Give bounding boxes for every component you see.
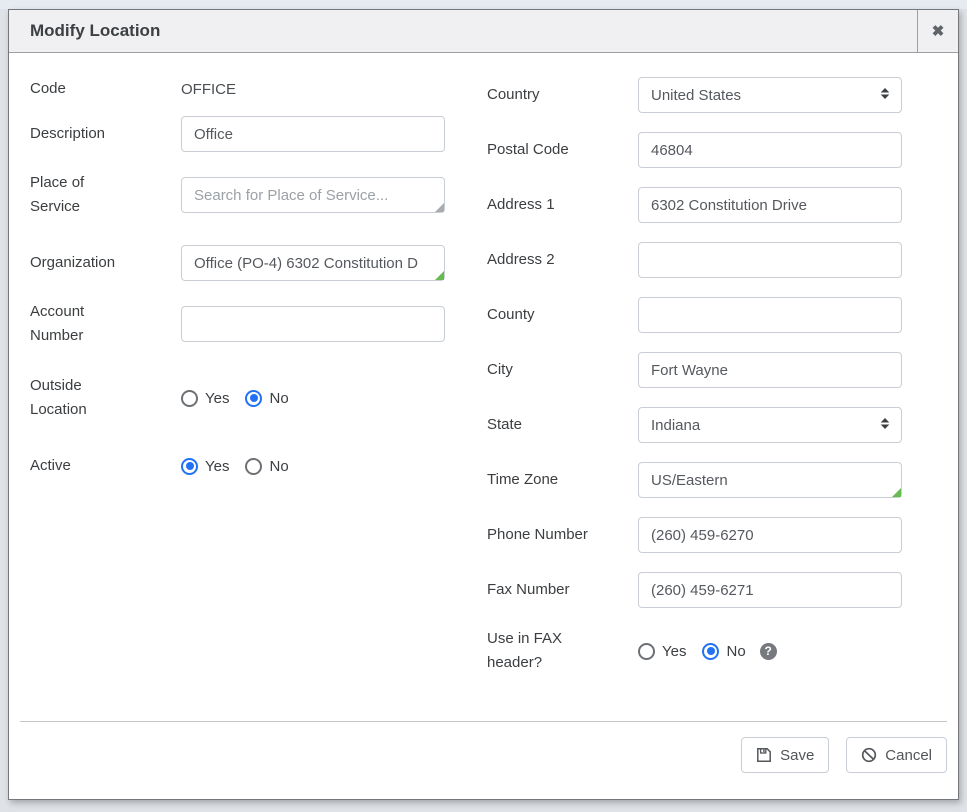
active-label: Active bbox=[30, 454, 181, 478]
place-of-service-row: Place of Service bbox=[30, 171, 445, 219]
address1-row: Address 1 bbox=[487, 187, 902, 223]
form-left-column: Code OFFICE Description Place of Service… bbox=[30, 77, 445, 675]
active-no-radio[interactable] bbox=[245, 458, 262, 475]
save-icon bbox=[756, 747, 772, 763]
use-in-fax-header-no-radio[interactable] bbox=[702, 643, 719, 660]
code-value: OFFICE bbox=[181, 81, 445, 98]
organization-label: Organization bbox=[30, 251, 181, 275]
dialog-header: Modify Location ✖ bbox=[9, 10, 958, 53]
dialog-body: Code OFFICE Description Place of Service… bbox=[9, 53, 958, 721]
country-select-value: United States bbox=[651, 87, 741, 104]
select-arrows-icon bbox=[880, 417, 890, 434]
phone-number-label: Phone Number bbox=[487, 523, 638, 547]
phone-number-input[interactable] bbox=[638, 517, 902, 553]
country-select[interactable]: United States bbox=[638, 77, 902, 113]
outside-location-no-radio[interactable] bbox=[245, 390, 262, 407]
resize-handle-icon bbox=[435, 203, 444, 212]
active-yes-radio[interactable] bbox=[181, 458, 198, 475]
place-of-service-input[interactable] bbox=[181, 177, 445, 213]
help-icon[interactable]: ? bbox=[760, 643, 777, 660]
country-label: Country bbox=[487, 83, 638, 107]
address2-row: Address 2 bbox=[487, 242, 902, 278]
modify-location-dialog: Modify Location ✖ Code OFFICE Descriptio… bbox=[8, 9, 959, 800]
place-of-service-label: Place of Service bbox=[30, 171, 181, 219]
account-number-row: Account Number bbox=[30, 300, 445, 348]
dialog-title: Modify Location bbox=[9, 10, 917, 52]
state-label: State bbox=[487, 413, 638, 437]
resize-handle-icon bbox=[892, 488, 901, 497]
save-button[interactable]: Save bbox=[741, 737, 829, 773]
city-row: City bbox=[487, 352, 902, 388]
time-zone-row: Time Zone bbox=[487, 462, 902, 498]
close-button[interactable]: ✖ bbox=[917, 10, 958, 52]
page-backdrop bbox=[0, 0, 967, 9]
city-label: City bbox=[487, 358, 638, 382]
outside-location-no-label[interactable]: No bbox=[269, 390, 288, 407]
resize-handle-icon bbox=[435, 271, 444, 280]
active-yes-label[interactable]: Yes bbox=[205, 458, 229, 475]
outside-location-label: Outside Location bbox=[30, 374, 181, 422]
close-icon: ✖ bbox=[932, 22, 945, 40]
code-row: Code OFFICE bbox=[30, 77, 445, 101]
address2-label: Address 2 bbox=[487, 248, 638, 272]
use-in-fax-header-yes-radio[interactable] bbox=[638, 643, 655, 660]
organization-row: Organization bbox=[30, 245, 445, 281]
active-no-label[interactable]: No bbox=[269, 458, 288, 475]
use-in-fax-header-label: Use in FAX header? bbox=[487, 627, 638, 675]
time-zone-input[interactable] bbox=[638, 462, 902, 498]
fax-number-input[interactable] bbox=[638, 572, 902, 608]
fax-number-label: Fax Number bbox=[487, 578, 638, 602]
account-number-input[interactable] bbox=[181, 306, 445, 342]
active-radio-group: Yes No bbox=[181, 448, 445, 484]
active-row: Active Yes No bbox=[30, 448, 445, 484]
outside-location-yes-radio[interactable] bbox=[181, 390, 198, 407]
postal-code-row: Postal Code bbox=[487, 132, 902, 168]
form-right-column: Country United States Postal Code Addres… bbox=[487, 77, 902, 675]
postal-code-input[interactable] bbox=[638, 132, 902, 168]
postal-code-label: Postal Code bbox=[487, 138, 638, 162]
cancel-button[interactable]: Cancel bbox=[846, 737, 947, 773]
ban-icon bbox=[861, 747, 877, 763]
outside-location-radio-group: Yes No bbox=[181, 380, 445, 416]
state-select[interactable]: Indiana bbox=[638, 407, 902, 443]
country-row: Country United States bbox=[487, 77, 902, 113]
county-input[interactable] bbox=[638, 297, 902, 333]
outside-location-yes-label[interactable]: Yes bbox=[205, 390, 229, 407]
account-number-label: Account Number bbox=[30, 300, 181, 348]
time-zone-label: Time Zone bbox=[487, 468, 638, 492]
dialog-footer: Save Cancel bbox=[20, 721, 947, 799]
address2-input[interactable] bbox=[638, 242, 902, 278]
county-row: County bbox=[487, 297, 902, 333]
cancel-button-label: Cancel bbox=[885, 747, 932, 764]
use-in-fax-header-yes-label[interactable]: Yes bbox=[662, 643, 686, 660]
city-input[interactable] bbox=[638, 352, 902, 388]
select-arrows-icon bbox=[880, 87, 890, 104]
organization-input[interactable] bbox=[181, 245, 445, 281]
state-row: State Indiana bbox=[487, 407, 902, 443]
address1-input[interactable] bbox=[638, 187, 902, 223]
description-row: Description bbox=[30, 116, 445, 152]
code-label: Code bbox=[30, 77, 181, 101]
use-in-fax-header-no-label[interactable]: No bbox=[726, 643, 745, 660]
use-in-fax-header-row: Use in FAX header? Yes No ? bbox=[487, 627, 902, 675]
state-select-value: Indiana bbox=[651, 417, 700, 434]
save-button-label: Save bbox=[780, 747, 814, 764]
description-input[interactable] bbox=[181, 116, 445, 152]
address1-label: Address 1 bbox=[487, 193, 638, 217]
use-in-fax-header-radio-group: Yes No ? bbox=[638, 633, 902, 669]
phone-number-row: Phone Number bbox=[487, 517, 902, 553]
outside-location-row: Outside Location Yes No bbox=[30, 374, 445, 422]
county-label: County bbox=[487, 303, 638, 327]
fax-number-row: Fax Number bbox=[487, 572, 902, 608]
description-label: Description bbox=[30, 122, 181, 146]
